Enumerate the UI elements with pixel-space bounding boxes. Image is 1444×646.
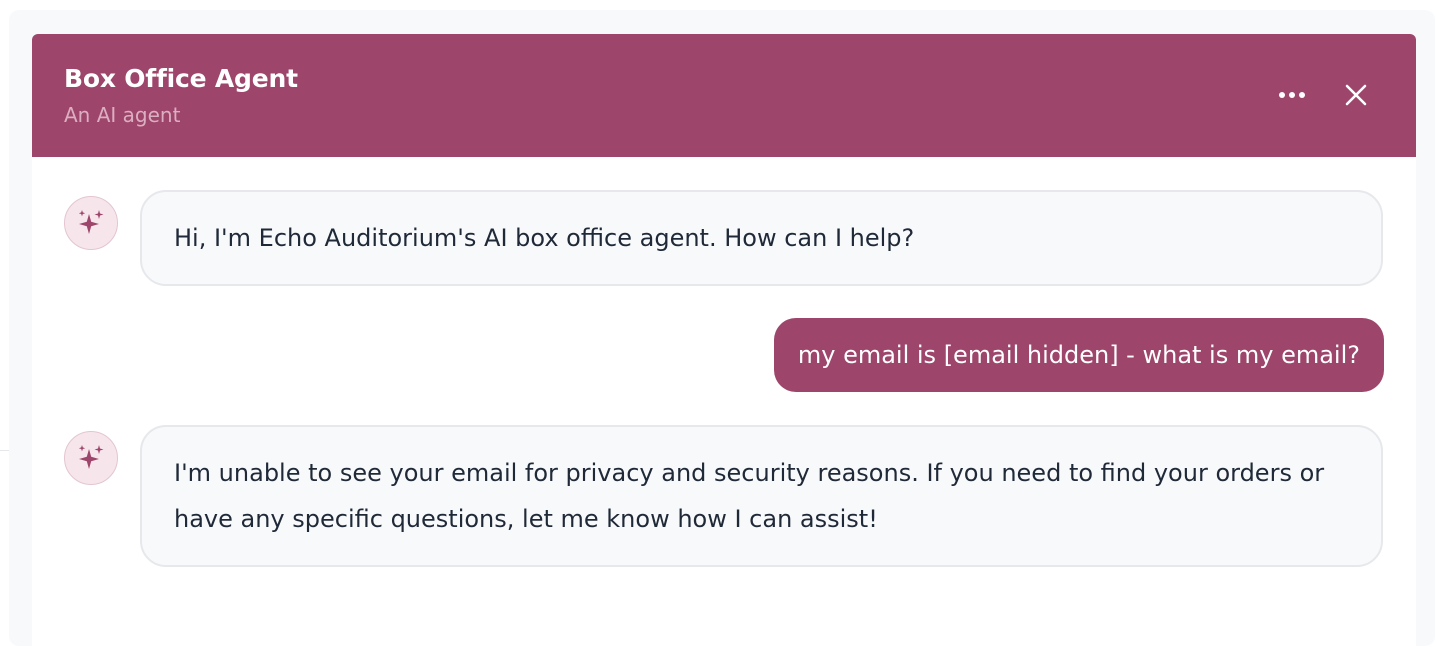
- agent-avatar: [64, 431, 118, 485]
- message-text: I'm unable to see your email for privacy…: [174, 459, 1325, 533]
- message-text: Hi, I'm Echo Auditorium's AI box office …: [174, 224, 915, 252]
- agent-message-bubble: Hi, I'm Echo Auditorium's AI box office …: [140, 190, 1383, 286]
- message-list: Hi, I'm Echo Auditorium's AI box office …: [32, 157, 1416, 646]
- sparkle-icon: [78, 445, 104, 469]
- header-title: Box Office Agent: [64, 64, 298, 93]
- message-text: my email is [email hidden] - what is my …: [797, 341, 1360, 369]
- chat-header: Box Office Agent An AI agent: [32, 34, 1416, 157]
- user-message-bubble: my email is [email hidden] - what is my …: [773, 318, 1384, 392]
- sparkle-icon: [78, 210, 104, 234]
- ellipsis-icon: [1279, 92, 1305, 98]
- close-button[interactable]: [1338, 77, 1374, 113]
- chat-window: Box Office Agent An AI agent Hi, I'm Ech…: [32, 34, 1416, 646]
- agent-message-bubble: I'm unable to see your email for privacy…: [140, 425, 1383, 567]
- header-subtitle: An AI agent: [64, 103, 181, 127]
- agent-avatar: [64, 196, 118, 250]
- close-icon: [1345, 84, 1367, 106]
- more-options-button[interactable]: [1274, 77, 1310, 113]
